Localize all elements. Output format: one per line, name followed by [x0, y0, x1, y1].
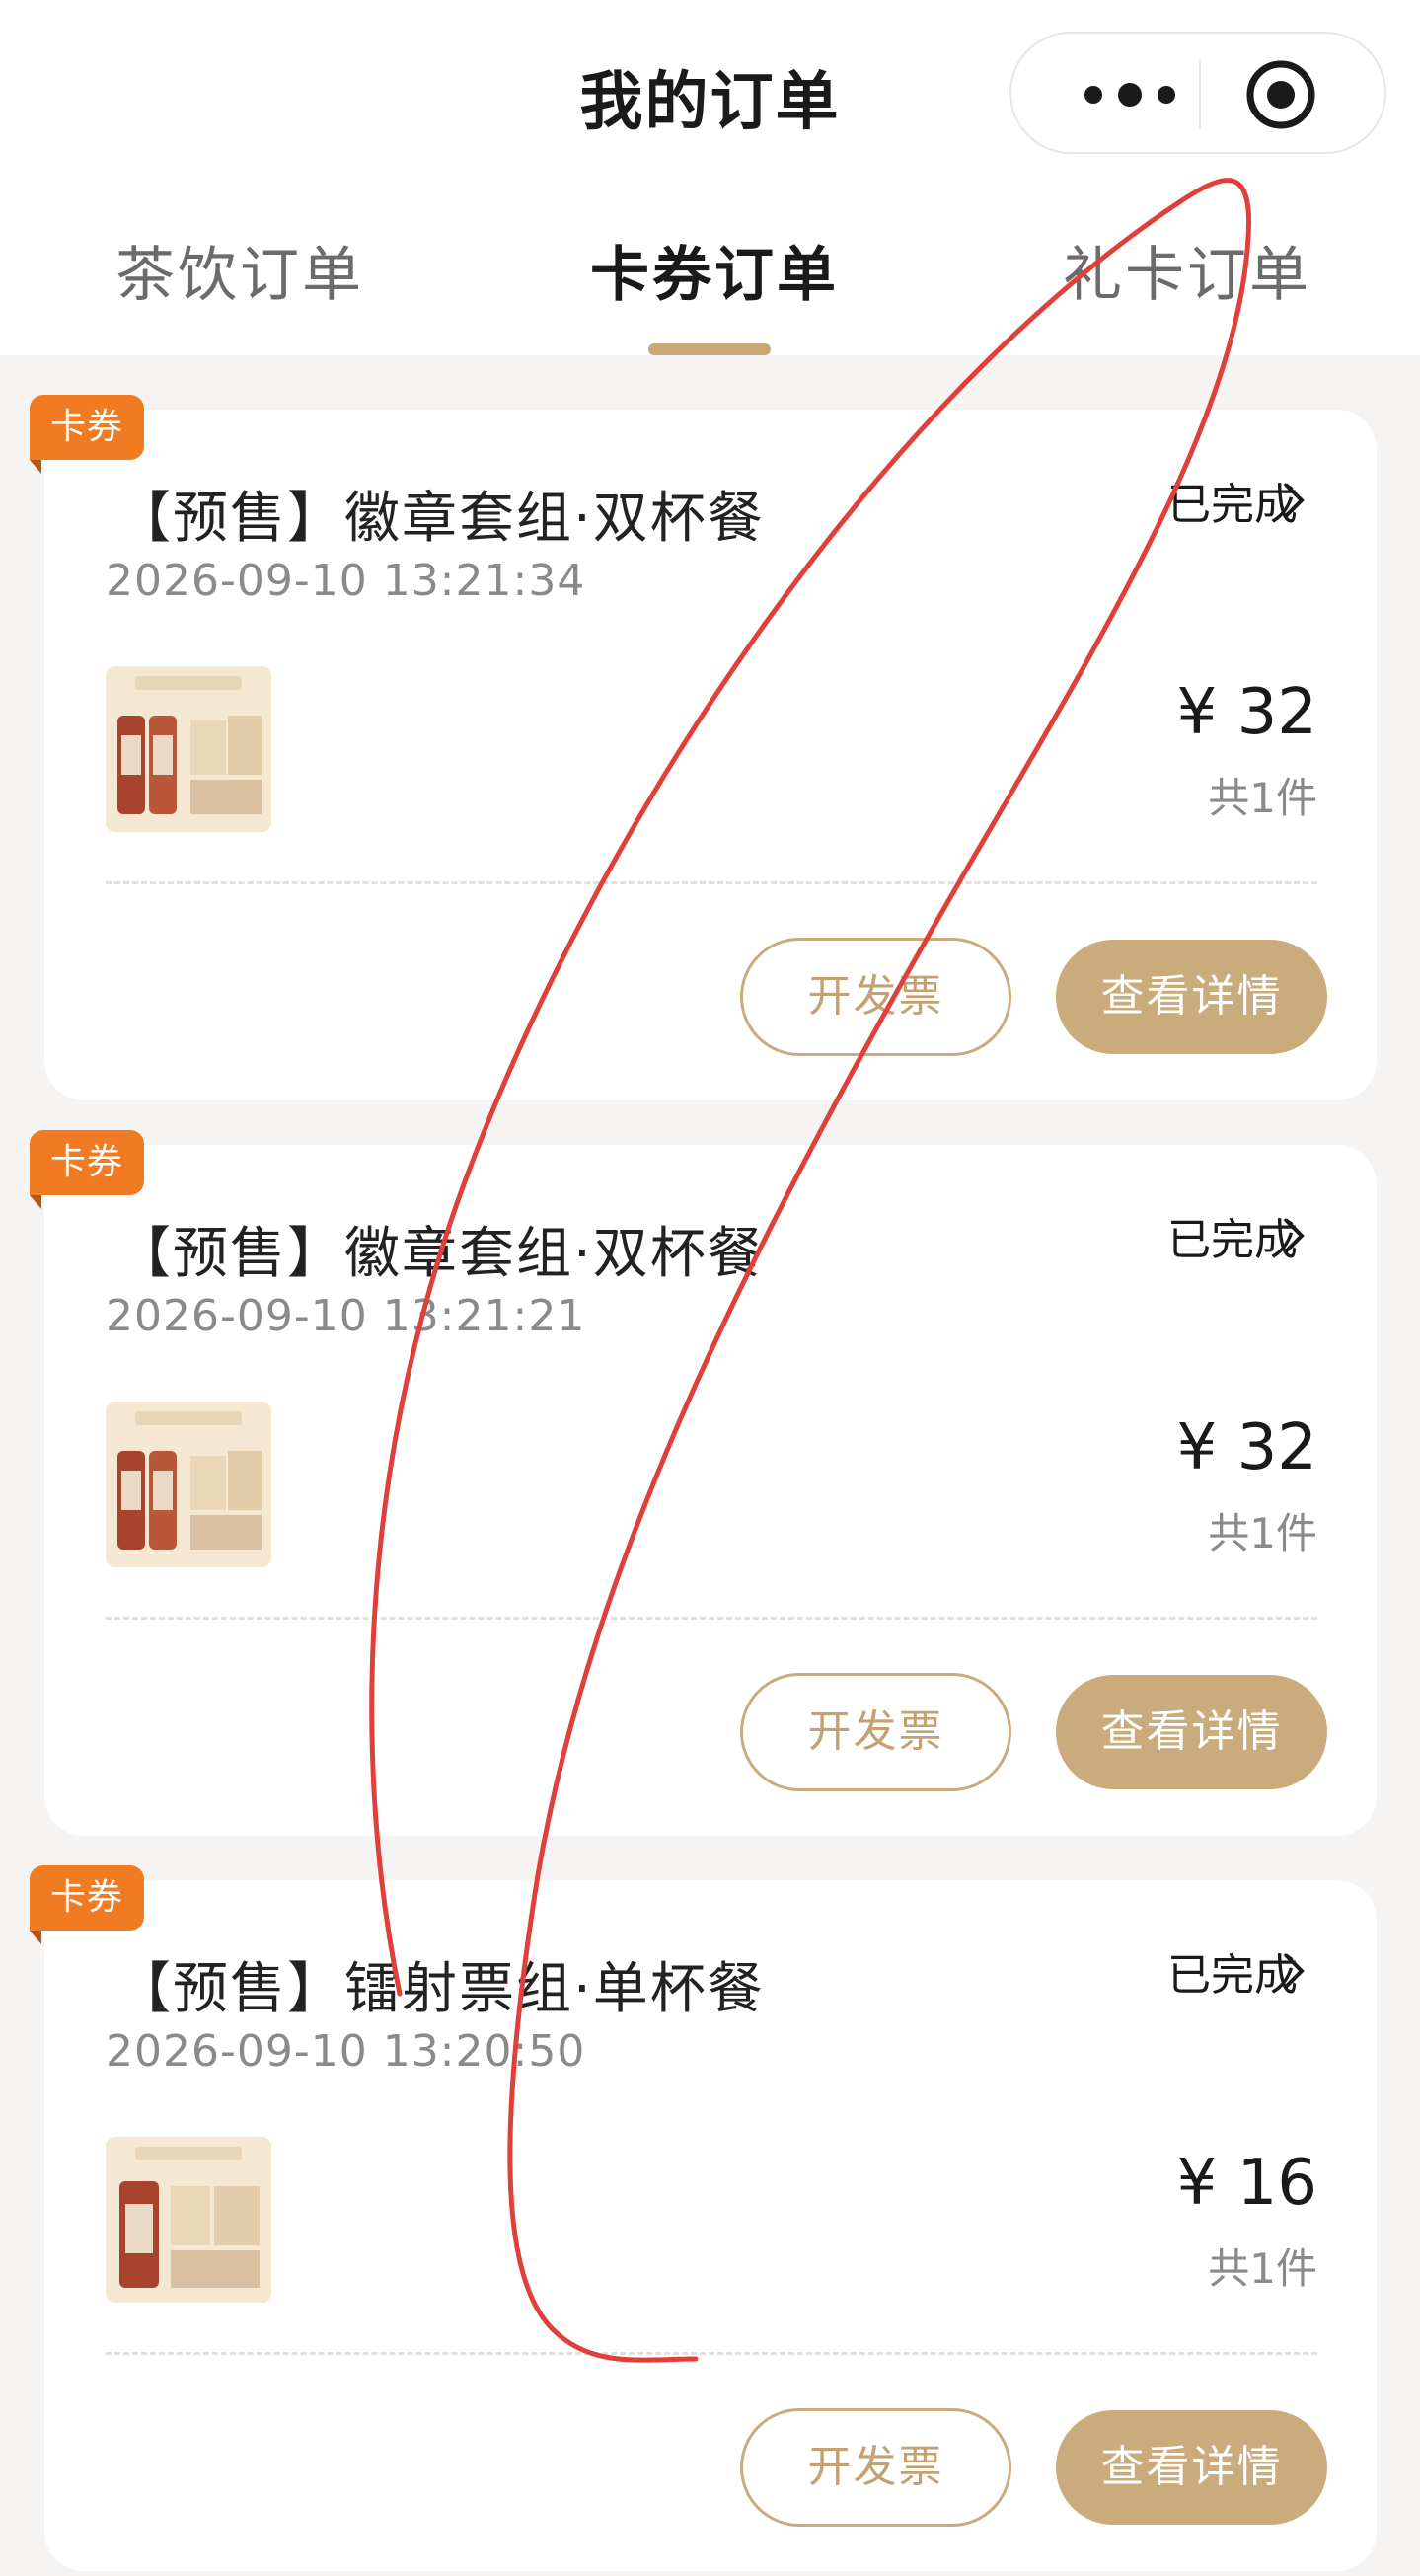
coupon-tag: 卡券	[30, 1130, 144, 1195]
dashed-divider	[106, 1617, 1317, 1620]
capsule-divider	[1199, 59, 1201, 128]
dashed-divider	[106, 2352, 1317, 2355]
order-card[interactable]: 【预售】徽章套组·双杯餐 已完成 2026-09-10 13:21:34 ¥ 3…	[44, 410, 1377, 1100]
order-datetime: 2026-09-10 13:21:21	[106, 1291, 586, 1341]
target-circle-icon[interactable]	[1243, 57, 1318, 132]
invoice-button[interactable]: 开发票	[740, 2408, 1011, 2527]
item-count: 共1件	[1208, 1509, 1317, 1557]
view-details-button[interactable]: 查看详情	[1056, 1675, 1327, 1789]
product-image	[106, 1402, 271, 1567]
order-status[interactable]: 已完成	[1167, 469, 1298, 532]
coupon-tag: 卡券	[30, 395, 144, 460]
dashed-divider	[106, 881, 1317, 884]
order-title: 【预售】徽章套组·双杯餐	[115, 1222, 765, 1286]
item-count: 共1件	[1208, 774, 1317, 822]
tag-fold	[30, 1195, 41, 1209]
active-tab-indicator	[648, 343, 771, 355]
product-image	[106, 2137, 271, 2303]
order-title: 【预售】镭射票组·单杯餐	[115, 1957, 765, 2021]
top-bar: 我的订单	[0, 0, 1420, 188]
product-thumbnail	[106, 666, 271, 832]
view-details-button[interactable]: 查看详情	[1056, 2410, 1327, 2525]
order-card[interactable]: 【预售】徽章套组·双杯餐 已完成 2026-09-10 13:21:21 ¥ 3…	[44, 1145, 1377, 1836]
view-details-button[interactable]: 查看详情	[1056, 940, 1327, 1054]
order-price: ¥ 32	[1176, 676, 1318, 749]
item-count: 共1件	[1208, 2244, 1317, 2293]
tab-tea-orders[interactable]: 茶饮订单	[115, 227, 364, 313]
coupon-tag: 卡券	[30, 1865, 144, 1931]
product-thumbnail	[106, 1402, 271, 1567]
tab-card-orders[interactable]: 卡券订单	[590, 227, 839, 313]
order-datetime: 2026-09-10 13:21:34	[106, 556, 586, 606]
tag-fold	[30, 1931, 41, 1944]
tab-gift-card-orders[interactable]: 礼卡订单	[1063, 227, 1311, 313]
order-status[interactable]: 已完成	[1167, 1204, 1298, 1267]
invoice-button[interactable]: 开发票	[740, 1673, 1011, 1791]
order-card[interactable]: 【预售】镭射票组·单杯餐 已完成 2026-09-10 13:20:50 ¥ 1…	[44, 1880, 1377, 2571]
chevron-right-icon	[1284, 1953, 1305, 1989]
order-datetime: 2026-09-10 13:20:50	[106, 2026, 586, 2077]
order-status[interactable]: 已完成	[1167, 1939, 1298, 2003]
product-image	[106, 666, 271, 832]
chevron-right-icon	[1284, 1218, 1305, 1253]
order-price: ¥ 32	[1176, 1411, 1318, 1484]
more-dots-icon[interactable]	[1066, 63, 1194, 126]
product-thumbnail	[106, 2137, 271, 2303]
invoice-button[interactable]: 开发票	[740, 938, 1011, 1056]
chevron-right-icon	[1284, 483, 1305, 518]
tag-fold	[30, 460, 41, 474]
order-title: 【预售】徽章套组·双杯餐	[115, 487, 765, 551]
order-tabs: 茶饮订单 卡券订单 礼卡订单	[0, 188, 1420, 355]
order-price: ¥ 16	[1176, 2147, 1318, 2220]
mini-program-capsule	[1009, 32, 1386, 154]
